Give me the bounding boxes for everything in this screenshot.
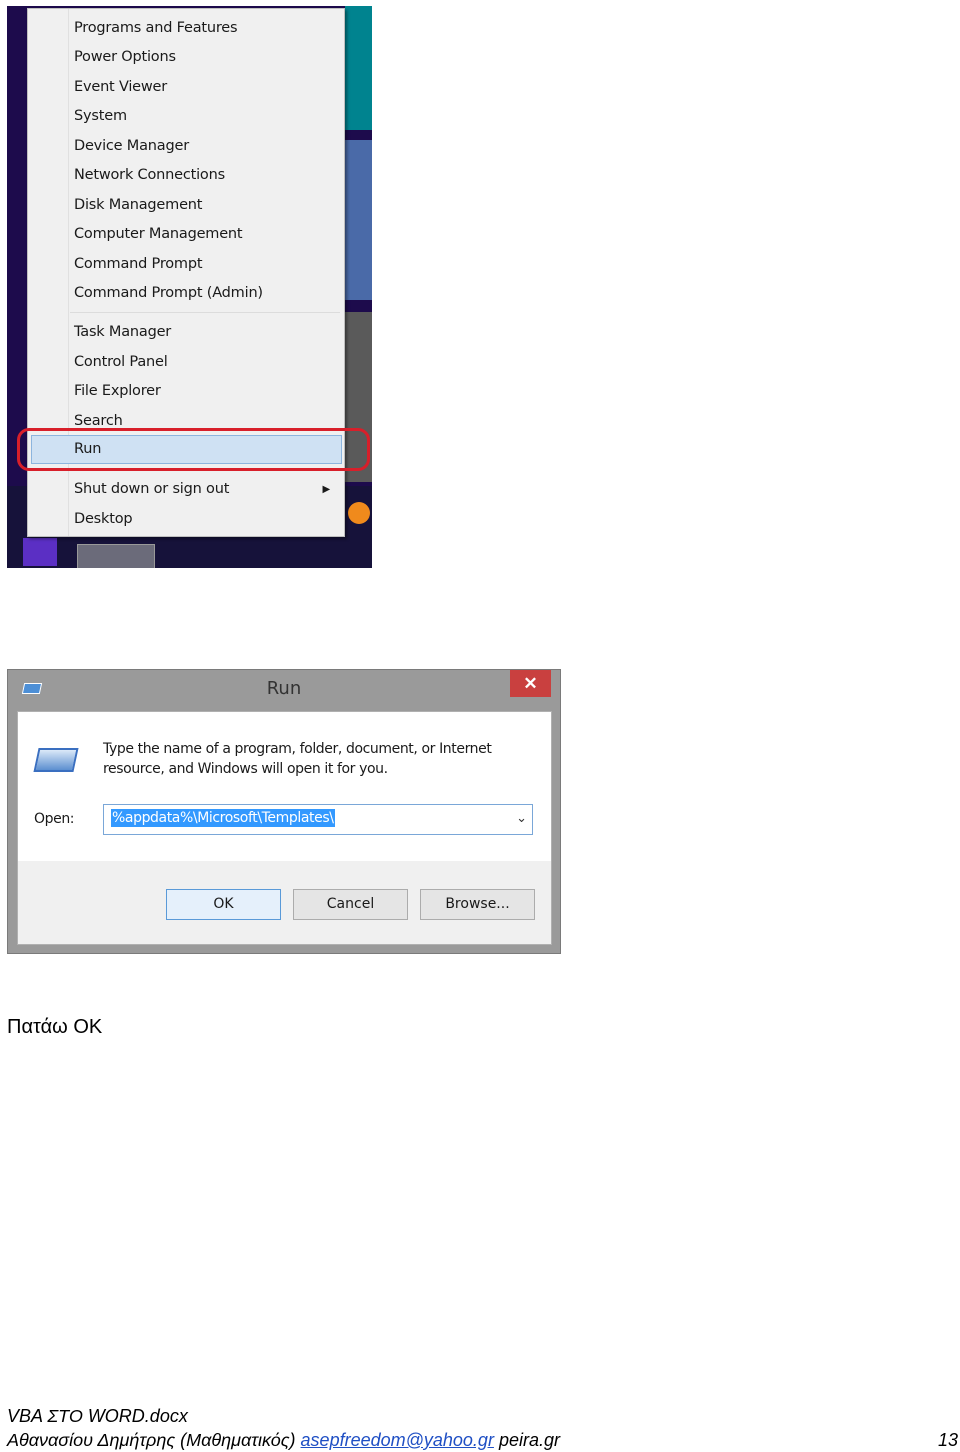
menu-item-command-prompt[interactable]: Command Prompt	[28, 250, 344, 279]
menu-item-computer-management[interactable]: Computer Management	[28, 220, 344, 249]
menu-item-power-options[interactable]: Power Options	[28, 43, 344, 72]
close-button[interactable]: ✕	[510, 670, 551, 697]
menu-item-file-explorer[interactable]: File Explorer	[28, 377, 344, 406]
windows-logo-icon	[23, 538, 57, 566]
menu-item-device-manager[interactable]: Device Manager	[28, 132, 344, 161]
ok-button[interactable]: OK	[166, 889, 281, 920]
menu-item-network-connections[interactable]: Network Connections	[28, 161, 344, 190]
chevron-down-icon[interactable]: ⌄	[516, 810, 527, 826]
menu-item-disk-management[interactable]: Disk Management	[28, 191, 344, 220]
winx-menu-screenshot: Programs and Features Power Options Even…	[7, 6, 372, 568]
menu-separator	[70, 312, 340, 313]
dialog-title: Run	[266, 678, 302, 699]
run-dialog: Run ✕ Type the name of a program, folder…	[7, 669, 561, 954]
caption-text: Πατάω ΟΚ	[7, 1016, 103, 1038]
open-input-value[interactable]: %appdata%\Microsoft\Templates\	[111, 809, 335, 827]
menu-item-task-manager[interactable]: Task Manager	[28, 318, 344, 347]
browse-button[interactable]: Browse...	[420, 889, 535, 920]
menu-item-label: Shut down or sign out	[74, 481, 230, 497]
taskbar-app-icon	[77, 544, 155, 568]
dialog-body: Type the name of a program, folder, docu…	[17, 711, 552, 945]
footer-email-link[interactable]: asepfreedom@yahoo.gr	[301, 1430, 494, 1450]
footer-filename: VBA ΣΤΟ WORD.docx	[7, 1406, 188, 1426]
footer-site: peira.gr	[498, 1430, 560, 1450]
menu-item-programs-features[interactable]: Programs and Features	[28, 14, 344, 43]
menu-item-control-panel[interactable]: Control Panel	[28, 348, 344, 377]
menu-item-system[interactable]: System	[28, 102, 344, 131]
menu-item-desktop[interactable]: Desktop	[28, 505, 344, 534]
open-combobox[interactable]: %appdata%\Microsoft\Templates\ ⌄	[103, 804, 533, 835]
media-player-icon	[348, 502, 370, 524]
submenu-arrow-icon: ▶	[322, 484, 331, 495]
open-label: Open:	[34, 811, 75, 827]
run-program-icon	[33, 748, 79, 772]
page-number: 13	[937, 1430, 958, 1450]
menu-item-event-viewer[interactable]: Event Viewer	[28, 73, 344, 102]
highlight-ring	[17, 428, 370, 471]
start-tile-blue	[345, 140, 372, 300]
menu-item-command-prompt-admin[interactable]: Command Prompt (Admin)	[28, 279, 344, 308]
dialog-description-line1: Type the name of a program, folder, docu…	[103, 741, 492, 757]
footer-author-line: Αθανασίου Δημήτρης (Μαθηματικός) asepfre…	[7, 1430, 560, 1451]
start-tile-teal	[345, 6, 372, 130]
dialog-description-line2: resource, and Windows will open it for y…	[103, 761, 388, 777]
footer-author: Αθανασίου Δημήτρης (Μαθηματικός)	[7, 1430, 296, 1450]
menu-item-shut-down[interactable]: Shut down or sign out ▶	[28, 475, 344, 504]
cancel-button[interactable]: Cancel	[293, 889, 408, 920]
